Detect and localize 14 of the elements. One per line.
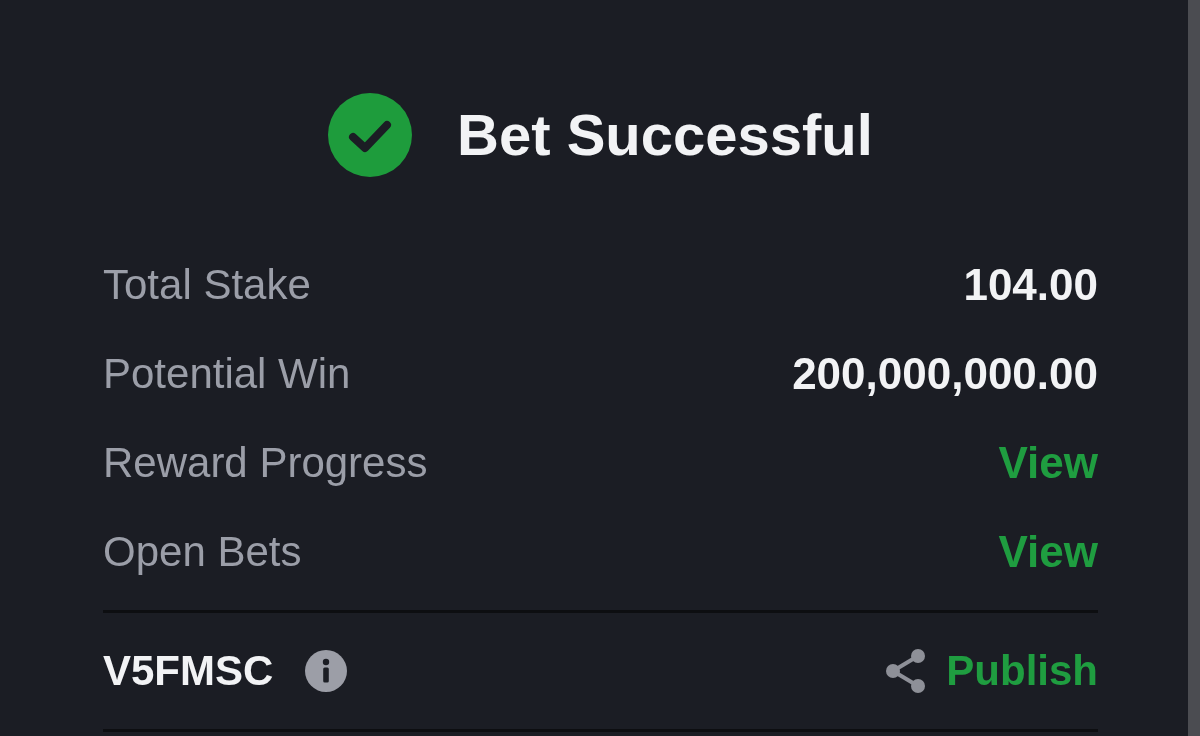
booking-code: V5FMSC	[103, 647, 274, 695]
share-icon	[886, 649, 927, 693]
amount-value: 104.00	[963, 259, 1098, 310]
view-link[interactable]: View	[998, 437, 1098, 488]
view-link[interactable]: View	[998, 526, 1098, 577]
success-check-icon	[328, 93, 413, 177]
detail-label: Reward Progress	[103, 438, 428, 487]
amount-value: 200,000,000.00	[792, 348, 1098, 399]
publish-button[interactable]: Publish	[886, 647, 1098, 695]
status-title: Bet Successful	[457, 101, 873, 169]
detail-label: Total Stake	[103, 260, 311, 309]
detail-label: Potential Win	[103, 349, 351, 398]
info-icon[interactable]	[305, 650, 348, 692]
detail-label: Open Bets	[103, 527, 302, 576]
